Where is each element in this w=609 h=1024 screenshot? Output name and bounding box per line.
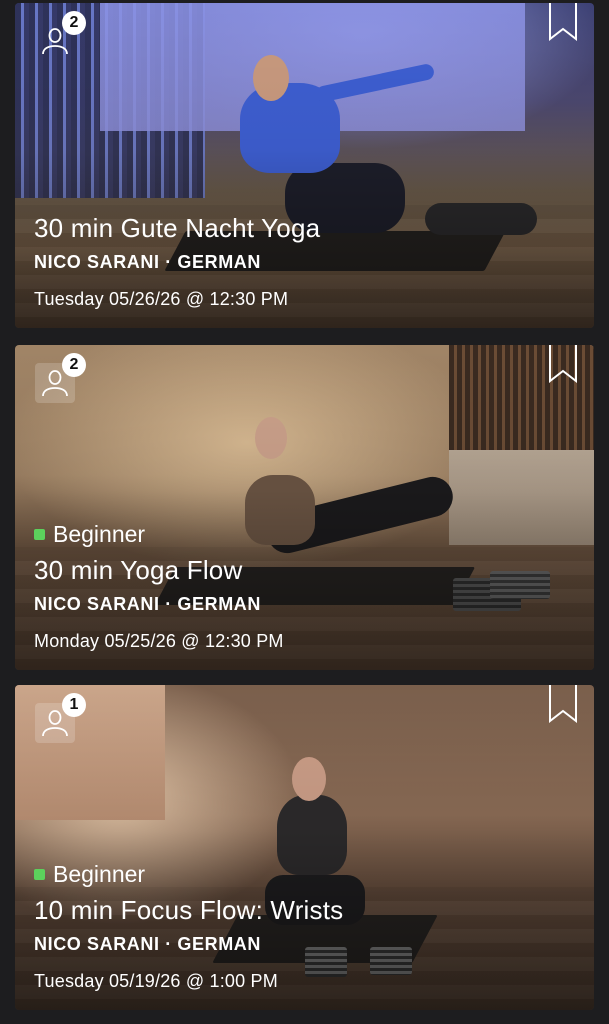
class-card[interactable]: 2 30 min Gute Nacht Yoga NICO SARANI · G… xyxy=(15,3,594,328)
class-info: Beginner 30 min Yoga Flow NICO SARANI · … xyxy=(34,521,574,652)
difficulty-label: Beginner xyxy=(53,521,146,547)
instructor-language: NICO SARANI · GERMAN xyxy=(34,934,261,954)
instructor-language: NICO SARANI · GERMAN xyxy=(34,594,261,614)
bookmark-button[interactable] xyxy=(548,3,578,41)
class-card[interactable]: 1 Beginner 10 min Focus Flow: Wrists NIC… xyxy=(15,685,594,1010)
class-datetime: Tuesday 05/26/26 @ 12:30 PM xyxy=(34,289,289,309)
bookmark-button[interactable] xyxy=(548,685,578,723)
class-title: 30 min Yoga Flow xyxy=(34,555,243,585)
participant-count-badge: 2 xyxy=(62,353,86,377)
class-title: 30 min Gute Nacht Yoga xyxy=(34,213,321,243)
class-info: Beginner 10 min Focus Flow: Wrists NICO … xyxy=(34,861,574,992)
beginner-indicator-icon xyxy=(34,529,45,540)
participant-count-badge: 1 xyxy=(62,693,86,717)
class-info: 30 min Gute Nacht Yoga NICO SARANI · GER… xyxy=(34,212,574,310)
bookmark-icon xyxy=(549,345,577,383)
class-title: 10 min Focus Flow: Wrists xyxy=(34,895,344,925)
instructor-language: NICO SARANI · GERMAN xyxy=(34,252,261,272)
difficulty-level: Beginner xyxy=(34,521,574,548)
class-datetime: Tuesday 05/19/26 @ 1:00 PM xyxy=(34,971,278,991)
bookmark-icon xyxy=(549,685,577,723)
beginner-indicator-icon xyxy=(34,869,45,880)
participant-count-badge: 2 xyxy=(62,11,86,35)
bookmark-icon xyxy=(549,3,577,41)
class-card[interactable]: 2 Beginner 30 min Yoga Flow NICO SARANI … xyxy=(15,345,594,670)
difficulty-label: Beginner xyxy=(53,861,146,887)
difficulty-level: Beginner xyxy=(34,861,574,888)
class-list: 2 30 min Gute Nacht Yoga NICO SARANI · G… xyxy=(0,0,609,1024)
class-datetime: Monday 05/25/26 @ 12:30 PM xyxy=(34,631,284,651)
bookmark-button[interactable] xyxy=(548,345,578,383)
